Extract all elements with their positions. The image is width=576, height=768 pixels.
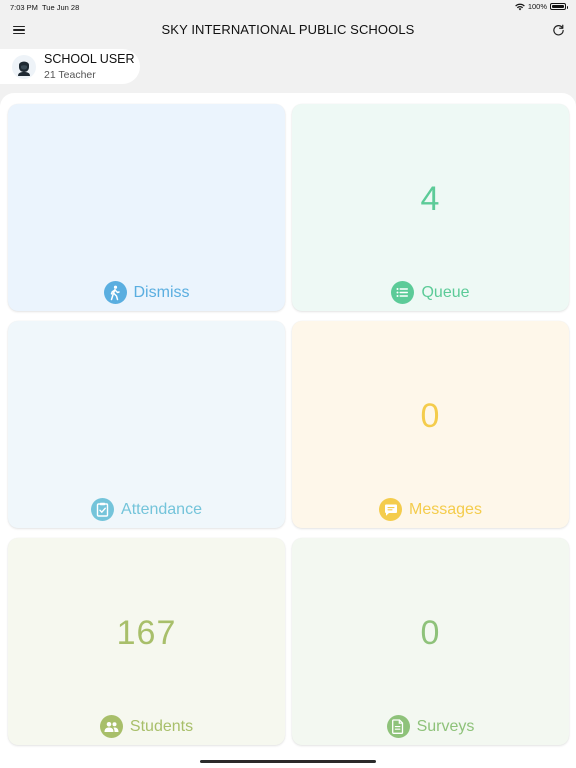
tile-students[interactable]: 167 Students bbox=[8, 538, 285, 745]
tile-label: Attendance bbox=[121, 500, 202, 518]
tile-count: 0 bbox=[420, 397, 441, 435]
status-date: Tue Jun 28 bbox=[42, 3, 80, 12]
battery-icon bbox=[550, 3, 568, 10]
walking-person-icon bbox=[103, 281, 127, 304]
tile-label: Students bbox=[129, 717, 194, 735]
nav-bar: SKY INTERNATIONAL PUBLIC SCHOOLS bbox=[0, 14, 576, 48]
tile-label: Dismiss bbox=[133, 283, 190, 301]
tile-queue[interactable]: 4 Queue bbox=[292, 104, 569, 311]
chat-bubble-icon bbox=[379, 498, 403, 521]
tile-messages[interactable]: 0 Messages bbox=[292, 321, 569, 528]
home-indicator bbox=[200, 760, 376, 763]
tile-label: Queue bbox=[421, 283, 470, 301]
page-title: SKY INTERNATIONAL PUBLIC SCHOOLS bbox=[161, 22, 415, 37]
document-icon bbox=[386, 715, 410, 738]
clipboard-check-icon bbox=[91, 498, 115, 521]
wifi-icon bbox=[515, 3, 525, 10]
status-indicators: 100% bbox=[515, 2, 568, 11]
tile-surveys[interactable]: 0 Surveys bbox=[292, 538, 569, 745]
battery-percent: 100% bbox=[527, 2, 547, 11]
dashboard-panel: Dismiss 4 Queue Attendance 0 Messages 16… bbox=[0, 93, 576, 768]
status-bar: 7:03 PM Tue Jun 28 100% bbox=[0, 0, 576, 14]
avatar bbox=[12, 55, 36, 79]
user-role: 21 Teacher bbox=[44, 69, 96, 81]
tile-count: 4 bbox=[420, 180, 441, 218]
user-name: SCHOOL USER bbox=[44, 52, 135, 66]
list-icon bbox=[391, 281, 415, 304]
tile-count: 167 bbox=[116, 614, 177, 652]
refresh-icon[interactable] bbox=[548, 20, 568, 40]
user-avatar-icon bbox=[18, 61, 30, 76]
tile-label: Surveys bbox=[416, 717, 475, 735]
tile-dismiss[interactable]: Dismiss bbox=[8, 104, 285, 311]
tile-attendance[interactable]: Attendance bbox=[8, 321, 285, 528]
status-time: 7:03 PM bbox=[10, 3, 38, 12]
tile-count: 0 bbox=[420, 614, 441, 652]
people-icon bbox=[99, 715, 123, 738]
tile-label: Messages bbox=[409, 500, 482, 518]
user-card[interactable]: SCHOOL USER 21 Teacher bbox=[0, 49, 140, 84]
